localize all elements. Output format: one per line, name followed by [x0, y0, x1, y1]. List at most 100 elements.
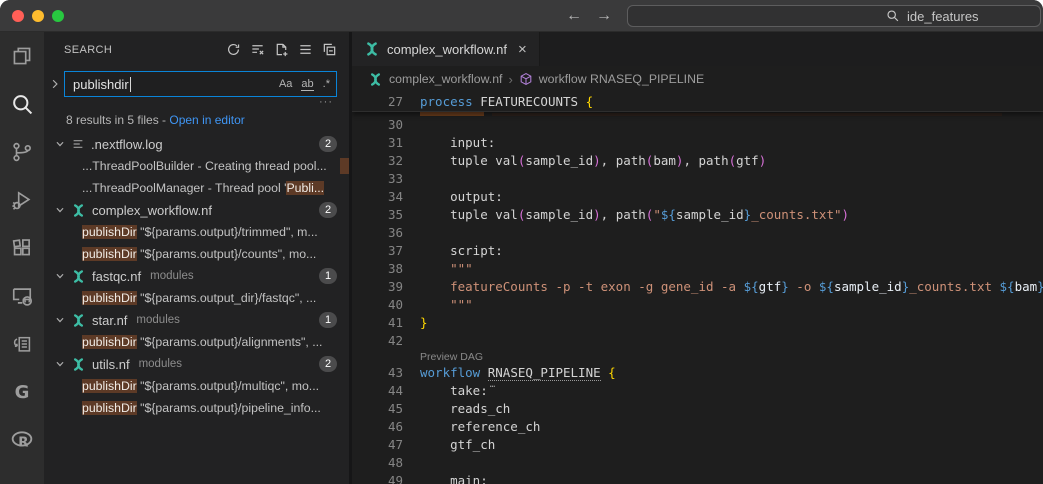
extensions-icon[interactable]: [0, 224, 44, 272]
zoom-window-button[interactable]: [52, 10, 64, 22]
match-case-toggle[interactable]: Aa: [279, 78, 292, 90]
line-number: 49: [352, 472, 420, 484]
open-in-editor-link[interactable]: Open in editor: [169, 113, 244, 127]
results-summary: 8 results in 5 files - Open in editor: [44, 110, 349, 129]
file-folder-description: modules: [136, 314, 179, 326]
code-line[interactable]: 43workflow RNASEQ_PIPELINE… {: [352, 364, 1043, 382]
code-line[interactable]: 49 main:: [352, 472, 1043, 484]
sticky-scroll-line[interactable]: 27 process FEATURECOUNTS {: [352, 92, 1043, 112]
new-search-editor-icon[interactable]: [274, 42, 289, 57]
code-line[interactable]: 42: [352, 332, 1043, 350]
search-result-match-row[interactable]: ...ThreadPoolManager - Thread pool 'Publ…: [44, 177, 349, 199]
breadcrumb-symbol[interactable]: workflow RNASEQ_PIPELINE: [539, 72, 704, 86]
search-result-match-row[interactable]: publishDir "${params.output}/trimmed", m…: [44, 221, 349, 243]
search-result-file-row[interactable]: fastqc.nfmodules1: [44, 265, 349, 287]
file-folder-description: modules: [150, 270, 193, 282]
file-name: .nextflow.log: [91, 137, 163, 152]
tab-complex-workflow[interactable]: complex_workflow.nf ×: [352, 32, 540, 66]
search-result-match-row[interactable]: ...ThreadPoolBuilder - Creating thread p…: [44, 155, 349, 177]
search-input[interactable]: publishdir Aa ab .*: [64, 71, 337, 97]
code-line[interactable]: 33: [352, 170, 1043, 188]
svg-text:R: R: [18, 436, 28, 451]
code-line[interactable]: 40 """: [352, 296, 1043, 314]
r-language-icon[interactable]: R: [0, 416, 44, 464]
symbol-workflow-icon: [519, 72, 533, 86]
breadcrumb-file[interactable]: complex_workflow.nf: [389, 72, 502, 86]
nextflow-icon: [71, 313, 86, 328]
collapse-all-icon[interactable]: [322, 42, 337, 57]
match-text: publishDir "${params.output_dir}/fastqc"…: [82, 291, 316, 305]
code-line[interactable]: 38 """: [352, 260, 1043, 278]
search-result-match-row[interactable]: publishDir "${params.output}/multiqc", m…: [44, 375, 349, 397]
clear-results-icon[interactable]: [250, 42, 265, 57]
line-number: 32: [352, 152, 420, 170]
gitlens-icon[interactable]: G: [0, 368, 44, 416]
search-result-match-row[interactable]: publishDir "${params.output}/alignments"…: [44, 331, 349, 353]
line-number: 44: [352, 382, 420, 400]
code-line[interactable]: 35 tuple val(sample_id), path("${sample_…: [352, 206, 1043, 224]
match-highlight: publishDir: [82, 379, 137, 393]
code-line[interactable]: 45 reads_ch: [352, 400, 1043, 418]
nextflow-icon: [71, 357, 86, 372]
code-area[interactable]: 27 process FEATURECOUNTS { 3031 input:32…: [352, 92, 1043, 484]
history-back-button[interactable]: ←: [566, 8, 582, 24]
line-number: 36: [352, 224, 420, 242]
search-result-match-row[interactable]: publishDir "${params.output}/pipeline_in…: [44, 397, 349, 419]
breadcrumb: complex_workflow.nf › workflow RNASEQ_PI…: [352, 66, 1043, 92]
code-line[interactable]: 48: [352, 454, 1043, 472]
code-line[interactable]: 41}: [352, 314, 1043, 332]
minimize-window-button[interactable]: [32, 10, 44, 22]
partial-bottom-icon[interactable]: [0, 464, 44, 484]
history-forward-button[interactable]: →: [596, 8, 612, 24]
line-number: 46: [352, 418, 420, 436]
match-text: publishDir "${params.output}/multiqc", m…: [82, 379, 319, 393]
line-number: 31: [352, 134, 420, 152]
search-result-match-row[interactable]: publishDir "${params.output}/counts", mo…: [44, 243, 349, 265]
toggle-search-details[interactable]: ···: [319, 96, 333, 108]
codelens-preview-dag[interactable]: Preview DAG: [352, 350, 1043, 364]
close-icon[interactable]: ×: [518, 41, 527, 58]
code-line[interactable]: 46 reference_ch: [352, 418, 1043, 436]
search-result-file-row[interactable]: complex_workflow.nf2: [44, 199, 349, 221]
text-caret: [130, 77, 131, 92]
search-result-file-row[interactable]: star.nfmodules1: [44, 309, 349, 331]
code-line[interactable]: 44 take:: [352, 382, 1043, 400]
run-and-debug-icon[interactable]: [0, 176, 44, 224]
code-line[interactable]: 30: [352, 116, 1043, 134]
code-line[interactable]: 32 tuple val(sample_id), path(bam), path…: [352, 152, 1043, 170]
search-results-list: .nextflow.log2...ThreadPoolBuilder - Cre…: [44, 133, 349, 419]
whole-word-toggle[interactable]: ab: [301, 78, 313, 91]
close-window-button[interactable]: [12, 10, 24, 22]
code-line[interactable]: 36: [352, 224, 1043, 242]
line-number: 45: [352, 400, 420, 418]
explorer-icon[interactable]: [0, 32, 44, 80]
search-result-match-row[interactable]: publishDir "${params.output_dir}/fastqc"…: [44, 287, 349, 309]
view-as-tree-icon[interactable]: [298, 42, 313, 57]
match-text: publishDir "${params.output}/alignments"…: [82, 335, 322, 349]
code-line[interactable]: 37 script:: [352, 242, 1043, 260]
command-center[interactable]: ide_features: [627, 5, 1041, 27]
nextflow-icon: [364, 41, 380, 57]
code-line[interactable]: 39 featureCounts -p -t exon -g gene_id -…: [352, 278, 1043, 296]
toggle-replace-chevron-icon[interactable]: [48, 78, 62, 90]
search-result-file-row[interactable]: .nextflow.log2: [44, 133, 349, 155]
command-center-label: ide_features: [907, 9, 979, 24]
traffic-lights: [12, 10, 64, 22]
references-icon[interactable]: [0, 320, 44, 368]
code-line[interactable]: 34 output:: [352, 188, 1043, 206]
tab-label: complex_workflow.nf: [387, 42, 507, 57]
refresh-icon[interactable]: [226, 42, 241, 57]
source-control-icon[interactable]: [0, 128, 44, 176]
line-number: 33: [352, 170, 420, 188]
search-result-file-row[interactable]: utils.nfmodules2: [44, 353, 349, 375]
code-line[interactable]: 31 input:: [352, 134, 1043, 152]
log-file-icon: [71, 137, 85, 151]
match-highlight: publishDir: [82, 335, 137, 349]
code-line[interactable]: 47 gtf_ch: [352, 436, 1043, 454]
search-icon[interactable]: [0, 80, 44, 128]
regex-toggle[interactable]: .*: [323, 78, 330, 90]
remote-explorer-icon[interactable]: [0, 272, 44, 320]
line-number: 35: [352, 206, 420, 224]
match-highlight: publishDir: [82, 291, 137, 305]
line-number: 42: [352, 332, 420, 350]
